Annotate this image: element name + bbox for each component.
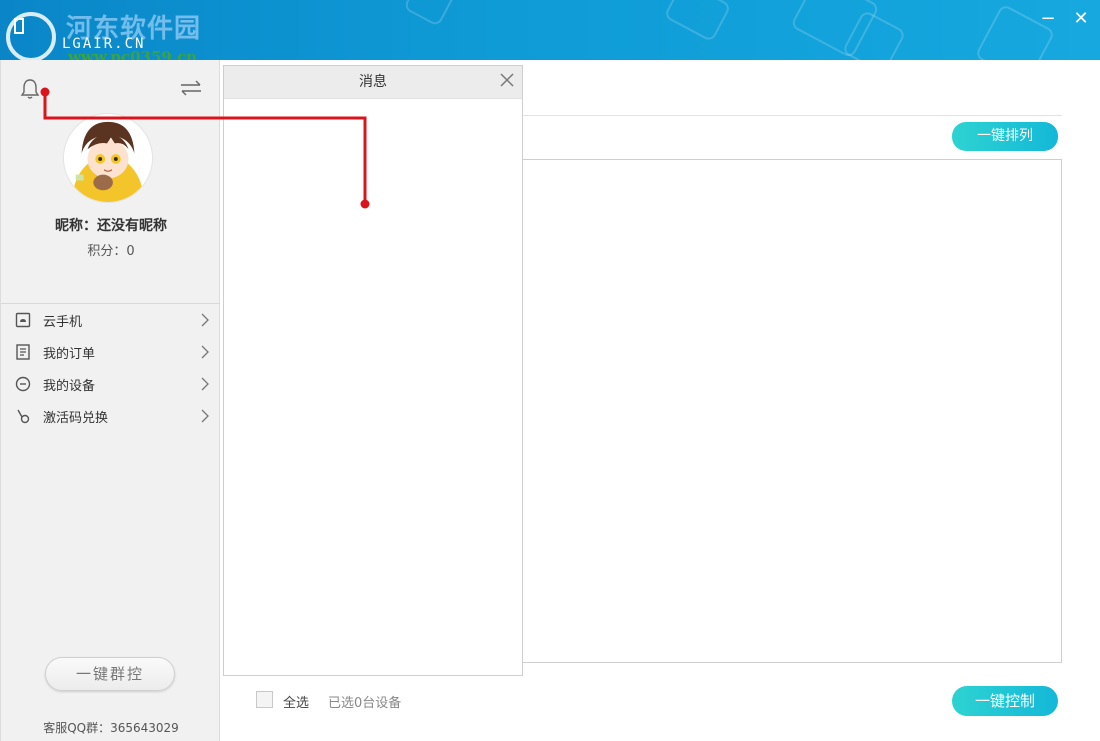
sidebar-item-redeem-code[interactable]: 激活码兑换	[1, 400, 220, 432]
score: 积分：0	[87, 244, 135, 259]
redeem-icon	[17, 409, 30, 424]
logo-mark	[14, 18, 24, 34]
minimize-button[interactable]: −	[1037, 8, 1059, 30]
sidebar-item-label: 激活码兑换	[43, 410, 109, 426]
qq-group-text: 客服QQ群：365643029	[43, 721, 179, 735]
select-all-checkbox[interactable]	[256, 691, 273, 708]
message-panel: 消息	[223, 65, 523, 676]
sidebar-item-label: 我的设备	[43, 378, 96, 394]
select-all-label[interactable]: 全选	[283, 692, 309, 711]
chevron-right-icon	[201, 345, 209, 359]
decoration-shape	[663, 0, 732, 43]
device-icon	[15, 376, 31, 392]
chevron-right-icon	[201, 377, 209, 391]
watermark-url: www.pc0359.cn	[68, 48, 198, 60]
nickname: 昵称：还没有昵称	[55, 218, 167, 234]
selected-count: 已选0台设备	[328, 696, 402, 711]
group-control-button[interactable]: 一键群控	[45, 657, 175, 691]
divider	[520, 115, 1062, 116]
title-bar: 河东软件园 LGAIR.CN www.pc0359.cn − ✕	[0, 0, 1100, 60]
order-icon	[16, 344, 30, 360]
sidebar-item-my-devices[interactable]: 我的设备	[1, 368, 220, 400]
close-window-button[interactable]: ✕	[1070, 8, 1092, 30]
switch-account-icon[interactable]	[179, 78, 203, 98]
message-panel-title: 消息	[224, 66, 522, 99]
close-icon[interactable]	[498, 71, 516, 89]
cloud-phone-icon	[15, 312, 31, 328]
control-button[interactable]: 一键控制	[952, 686, 1058, 716]
chevron-right-icon	[201, 409, 209, 423]
avatar[interactable]	[63, 113, 153, 203]
sidebar-item-label: 我的订单	[43, 346, 96, 362]
sidebar-item-cloud-phone[interactable]: 云手机	[1, 304, 220, 336]
sidebar-item-label: 云手机	[43, 314, 83, 330]
device-list-area	[520, 159, 1062, 663]
sidebar: 昵称：还没有昵称 积分：0 云手机 我的订单 我的设备 激活码兑换 一键群控 客…	[0, 60, 220, 741]
sidebar-menu: 云手机 我的订单 我的设备 激活码兑换	[1, 304, 220, 432]
sidebar-item-my-orders[interactable]: 我的订单	[1, 336, 220, 368]
decoration-shape	[402, 0, 458, 28]
chevron-right-icon	[201, 313, 209, 327]
bell-icon[interactable]	[18, 77, 42, 101]
arrange-button[interactable]: 一键排列	[952, 122, 1058, 151]
